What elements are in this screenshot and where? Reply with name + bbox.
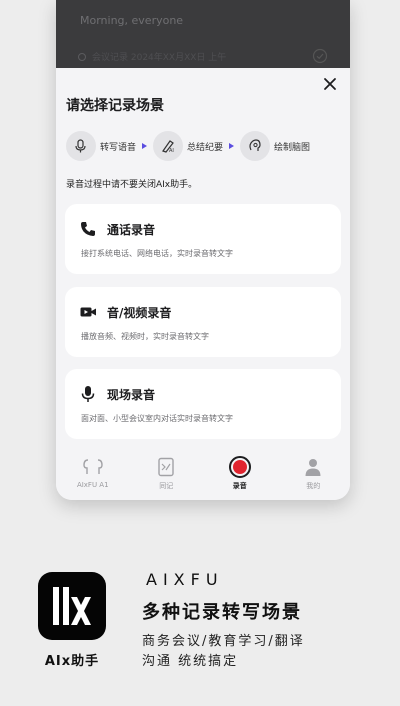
record-icon (228, 456, 251, 478)
record-entry-title: 会议记录 2024年XX月XX日 上午 (92, 53, 227, 63)
app-logo (38, 572, 106, 640)
earbuds-icon (82, 456, 104, 478)
tab-notes[interactable]: 同记 (130, 448, 204, 500)
tab-profile[interactable]: 我的 (277, 448, 351, 500)
step-transcribe: 转写语音 (66, 131, 136, 161)
step-summary: AI 总结纪要 (153, 131, 223, 161)
close-icon[interactable] (322, 76, 338, 92)
ai-summary-icon: AI (153, 131, 184, 161)
card-title: 通话录音 (107, 223, 156, 237)
sheet-title: 请选择记录场景 (66, 98, 164, 114)
phone-icon (81, 222, 95, 236)
card-description: 播放音频、视频时，实时录音转文字 (81, 332, 209, 341)
call-recording-card[interactable]: 通话录音 接打系统电话、网络电话，实时录音转文字 (65, 204, 341, 274)
arrow-right-icon (142, 143, 148, 149)
tab-label: 录音 (232, 482, 247, 490)
live-recording-card[interactable]: 现场录音 面对面、小型会议室内对话实时录音转文字 (65, 369, 341, 439)
entry-dot-icon (78, 52, 86, 61)
tab-record[interactable]: 录音 (203, 448, 277, 500)
logo-caption: AIx助手 (44, 654, 100, 669)
promo-tagline: 沟通 统统搞定 (142, 654, 239, 669)
notes-icon (155, 456, 177, 478)
media-recording-card[interactable]: 音/视频录音 播放音频、视频时，实时录音转文字 (65, 287, 341, 357)
promo-tagline: 商务会议/教育学习/翻译 (142, 634, 305, 649)
record-entry-preview: 会议记录 2024年XX月XX日 上午 (78, 50, 226, 63)
svg-text:AI: AI (169, 148, 174, 154)
arrow-right-icon (229, 143, 235, 149)
workflow-steps: 转写语音 AI 总结纪要 绘制脑图 (66, 130, 346, 162)
bottom-tab-bar: AIxFU A1 同记 录音 我的 (56, 448, 350, 500)
video-camera-icon (80, 307, 96, 317)
transcribe-icon (66, 131, 96, 161)
step-label: 绘制脑图 (274, 142, 311, 153)
tab-device[interactable]: AIxFU A1 (56, 448, 130, 500)
tab-label: 同记 (159, 482, 174, 490)
promo-headline: 多种记录转写场景 (142, 602, 302, 623)
aix-logo-icon (53, 587, 91, 625)
cloud-sync-icon (312, 48, 328, 64)
tab-label: 我的 (306, 482, 321, 490)
step-label: 总结纪要 (187, 142, 224, 153)
brand-name: AIXFU (146, 570, 224, 589)
microphone-icon (81, 386, 95, 402)
tab-label: AIxFU A1 (76, 481, 109, 489)
profile-icon (302, 456, 324, 478)
card-title: 现场录音 (107, 388, 156, 402)
card-description: 面对面、小型会议室内对话实时录音转文字 (81, 414, 233, 423)
card-title: 音/视频录音 (107, 306, 172, 320)
app-header-dimmed: Morning, everyone 会议记录 2024年XX月XX日 上午 (56, 0, 350, 68)
step-mindmap: 绘制脑图 (240, 131, 310, 161)
mindmap-icon (240, 131, 271, 161)
step-label: 转写语音 (100, 142, 137, 153)
card-description: 接打系统电话、网络电话，实时录音转文字 (81, 249, 233, 258)
greeting-text: Morning, everyone (80, 14, 184, 27)
recording-notice: 录音过程中请不要关闭AIx助手。 (66, 180, 198, 190)
phone-screen: Morning, everyone 会议记录 2024年XX月XX日 上午 请选… (56, 0, 350, 500)
scene-select-sheet: 请选择记录场景 转写语音 AI 总结纪要 绘制脑图 录音过程中请不要关闭AIx助… (56, 68, 350, 448)
